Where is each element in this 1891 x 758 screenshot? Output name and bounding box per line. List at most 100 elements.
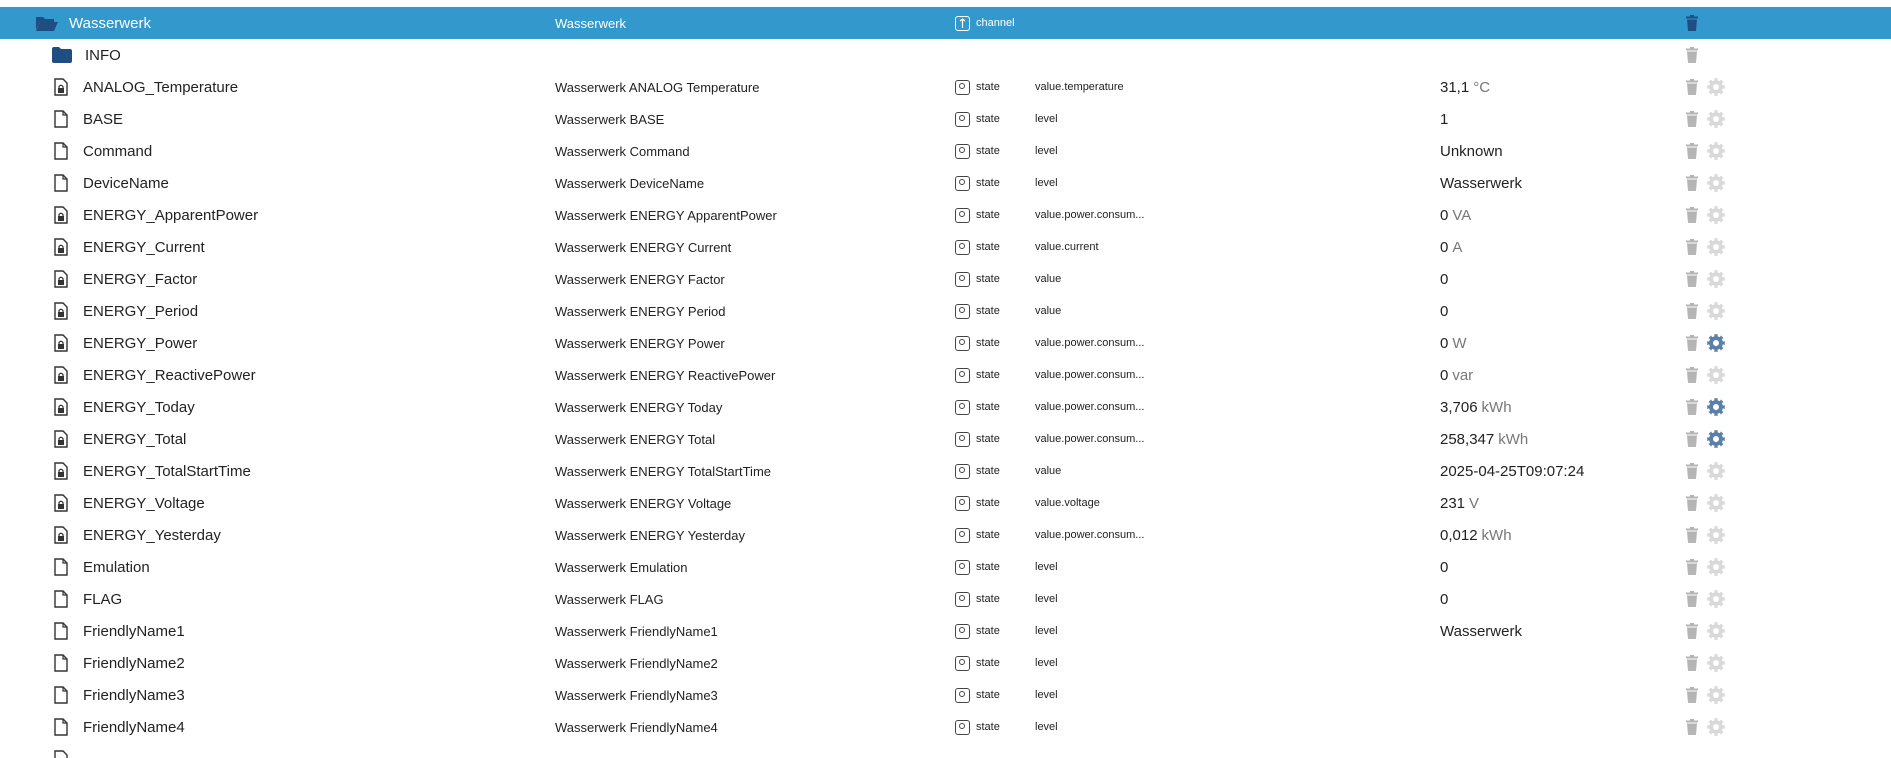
settings-gear-icon[interactable] (1706, 557, 1726, 577)
state-row[interactable]: FriendlyName2 Wasserwerk FriendlyName2 s… (0, 647, 1891, 679)
state-row[interactable]: FriendlyName1 Wasserwerk FriendlyName1 s… (0, 615, 1891, 647)
settings-gear-icon[interactable] (1706, 109, 1726, 129)
settings-gear-icon[interactable] (1706, 205, 1726, 225)
settings-gear-icon[interactable] (1706, 301, 1726, 321)
state-row[interactable]: ENERGY_Factor Wasserwerk ENERGY Factor s… (0, 263, 1891, 295)
settings-gear-icon[interactable] (1706, 685, 1726, 705)
delete-trash-icon[interactable] (1686, 239, 1698, 255)
settings-gear-icon[interactable] (1706, 365, 1726, 385)
state-row[interactable]: ENERGY_TotalStartTime Wasserwerk ENERGY … (0, 455, 1891, 487)
state-value-cell[interactable]: 0 (1440, 583, 1452, 615)
delete-trash-icon[interactable] (1686, 623, 1698, 639)
delete-trash-icon[interactable] (1686, 335, 1698, 351)
state-type-icon (955, 591, 970, 607)
state-row[interactable]: FriendlyName3 Wasserwerk FriendlyName3 s… (0, 679, 1891, 711)
state-row[interactable]: ENERGY_Current Wasserwerk ENERGY Current… (0, 231, 1891, 263)
state-type-label: state (976, 81, 1000, 93)
folder-row-info[interactable]: INFO (0, 39, 1891, 71)
delete-trash-icon[interactable] (1686, 303, 1698, 319)
state-row[interactable]: Command Wasserwerk Command state level U… (0, 135, 1891, 167)
state-title: Wasserwerk FriendlyName2 (555, 655, 718, 671)
settings-gear-icon[interactable] (1706, 397, 1726, 417)
delete-trash-icon[interactable] (1686, 15, 1698, 31)
state-row[interactable]: ENERGY_ReactivePower Wasserwerk ENERGY R… (0, 359, 1891, 391)
state-title: Wasserwerk BASE (555, 111, 665, 127)
channel-row-selected[interactable]: Wasserwerk Wasserwerk channel (0, 7, 1891, 39)
delete-trash-icon[interactable] (1686, 111, 1698, 127)
delete-trash-icon[interactable] (1686, 463, 1698, 479)
state-row[interactable]: Emulation Wasserwerk Emulation state lev… (0, 551, 1891, 583)
delete-trash-icon[interactable] (1686, 527, 1698, 543)
state-value-cell[interactable]: 231 V (1440, 487, 1479, 519)
settings-gear-icon[interactable] (1706, 141, 1726, 161)
state-value-cell[interactable] (1440, 647, 1444, 679)
state-row[interactable]: ENERGY_Period Wasserwerk ENERGY Period s… (0, 295, 1891, 327)
state-row[interactable]: ENERGY_Voltage Wasserwerk ENERGY Voltage… (0, 487, 1891, 519)
state-value-cell[interactable]: 3,706 kWh (1440, 391, 1512, 423)
delete-trash-icon[interactable] (1686, 495, 1698, 511)
state-value-cell[interactable] (1440, 711, 1444, 743)
state-value-cell[interactable]: Unknown (1440, 135, 1507, 167)
delete-trash-icon[interactable] (1686, 175, 1698, 191)
state-row[interactable]: ENERGY_ApparentPower Wasserwerk ENERGY A… (0, 199, 1891, 231)
state-value-cell[interactable]: 1 (1440, 103, 1452, 135)
settings-gear-icon[interactable] (1706, 429, 1726, 449)
delete-trash-icon[interactable] (1686, 367, 1698, 383)
state-title: Wasserwerk FriendlyName3 (555, 687, 718, 703)
state-row[interactable]: ENERGY_Today Wasserwerk ENERGY Today sta… (0, 391, 1891, 423)
delete-trash-icon[interactable] (1686, 47, 1698, 63)
state-row[interactable]: FriendlyName4 Wasserwerk FriendlyName4 s… (0, 711, 1891, 743)
state-value: 1 (1440, 110, 1449, 128)
state-value-cell[interactable]: 0 W (1440, 327, 1467, 359)
locked-file-icon (54, 206, 68, 224)
settings-gear-icon[interactable] (1706, 621, 1726, 641)
state-row[interactable]: BASE Wasserwerk BASE state level 1 (0, 103, 1891, 135)
state-row-partial[interactable] (0, 743, 1891, 758)
settings-gear-icon[interactable] (1706, 461, 1726, 481)
settings-gear-icon[interactable] (1706, 173, 1726, 193)
settings-gear-icon[interactable] (1706, 237, 1726, 257)
state-row[interactable]: ENERGY_Total Wasserwerk ENERGY Total sta… (0, 423, 1891, 455)
settings-gear-icon[interactable] (1706, 77, 1726, 97)
locked-file-icon (54, 302, 68, 320)
state-value-cell[interactable]: 0 var (1440, 359, 1473, 391)
settings-gear-icon[interactable] (1706, 269, 1726, 289)
state-type: state (955, 135, 1000, 167)
settings-gear-icon[interactable] (1706, 589, 1726, 609)
state-value-cell[interactable]: 0 A (1440, 231, 1462, 263)
state-value-cell[interactable]: Wasserwerk (1440, 167, 1526, 199)
delete-trash-icon[interactable] (1686, 143, 1698, 159)
settings-gear-icon[interactable] (1706, 333, 1726, 353)
delete-trash-icon[interactable] (1686, 399, 1698, 415)
delete-trash-icon[interactable] (1686, 559, 1698, 575)
delete-trash-icon[interactable] (1686, 79, 1698, 95)
delete-trash-icon[interactable] (1686, 431, 1698, 447)
state-value-cell[interactable]: Wasserwerk (1440, 615, 1526, 647)
state-row[interactable]: ENERGY_Yesterday Wasserwerk ENERGY Yeste… (0, 519, 1891, 551)
state-value-cell[interactable]: 0 (1440, 295, 1452, 327)
settings-gear-icon[interactable] (1706, 717, 1726, 737)
state-value-cell[interactable]: 31,1 °C (1440, 71, 1490, 103)
state-value-cell[interactable]: 0 VA (1440, 199, 1471, 231)
delete-trash-icon[interactable] (1686, 207, 1698, 223)
delete-trash-icon[interactable] (1686, 719, 1698, 735)
delete-trash-icon[interactable] (1686, 687, 1698, 703)
state-value-cell[interactable] (1440, 679, 1444, 711)
delete-trash-icon[interactable] (1686, 655, 1698, 671)
delete-trash-icon[interactable] (1686, 271, 1698, 287)
settings-gear-icon[interactable] (1706, 493, 1726, 513)
settings-gear-icon[interactable] (1706, 653, 1726, 673)
delete-trash-icon[interactable] (1686, 591, 1698, 607)
state-value-cell[interactable]: 0,012 kWh (1440, 519, 1512, 551)
state-row[interactable]: FLAG Wasserwerk FLAG state level 0 (0, 583, 1891, 615)
state-row[interactable]: ENERGY_Power Wasserwerk ENERGY Power sta… (0, 327, 1891, 359)
state-type: state (955, 519, 1000, 551)
state-value-cell[interactable]: 258,347 kWh (1440, 423, 1528, 455)
settings-gear-icon[interactable] (1706, 525, 1726, 545)
state-value-cell[interactable]: 0 (1440, 263, 1452, 295)
state-type: state (955, 647, 1000, 679)
state-value-cell[interactable]: 2025-04-25T09:07:24 (1440, 455, 1588, 487)
state-row[interactable]: DeviceName Wasserwerk DeviceName state l… (0, 167, 1891, 199)
state-row[interactable]: ANALOG_Temperature Wasserwerk ANALOG Tem… (0, 71, 1891, 103)
state-value-cell[interactable]: 0 (1440, 551, 1452, 583)
